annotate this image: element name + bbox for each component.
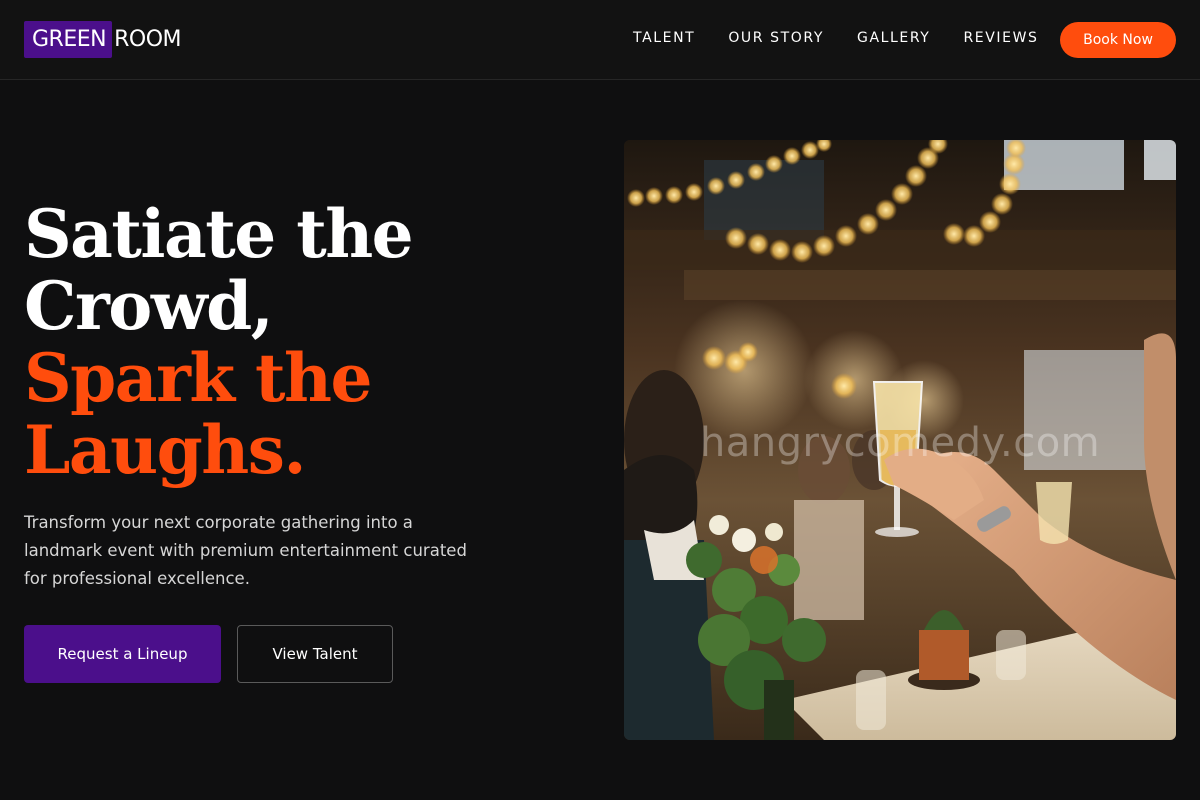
headline-line-4: Laughs. [24,411,306,489]
request-lineup-button[interactable]: Request a Lineup [24,625,221,683]
headline-line-2: Crowd, [24,267,274,345]
headline-line-3: Spark the [24,339,373,417]
main-nav: TALENT OUR STORY GALLERY REVIEWS [633,29,1039,47]
view-talent-button[interactable]: View Talent [237,625,393,683]
logo-green: GREEN [24,21,113,58]
image-watermark: hangrycomedy.com [699,420,1101,466]
hero-image: hangrycomedy.com [624,140,1176,740]
nav-our-story[interactable]: OUR STORY [728,29,824,47]
nav-gallery[interactable]: GALLERY [857,29,930,47]
hero-subtext: Transform your next corporate gathering … [24,513,467,588]
logo[interactable]: GREEN ROOM [24,21,181,58]
logo-room: ROOM [114,27,181,52]
nav-reviews[interactable]: REVIEWS [963,29,1038,47]
hero-headline: Satiate the Crowd, Spark the Laughs. [24,198,584,486]
site-header: GREEN ROOM TALENT OUR STORY GALLERY REVI… [0,0,1200,80]
nav-talent[interactable]: TALENT [633,29,695,47]
book-now-button[interactable]: Book Now [1060,22,1176,58]
headline-line-1: Satiate the [24,195,414,273]
